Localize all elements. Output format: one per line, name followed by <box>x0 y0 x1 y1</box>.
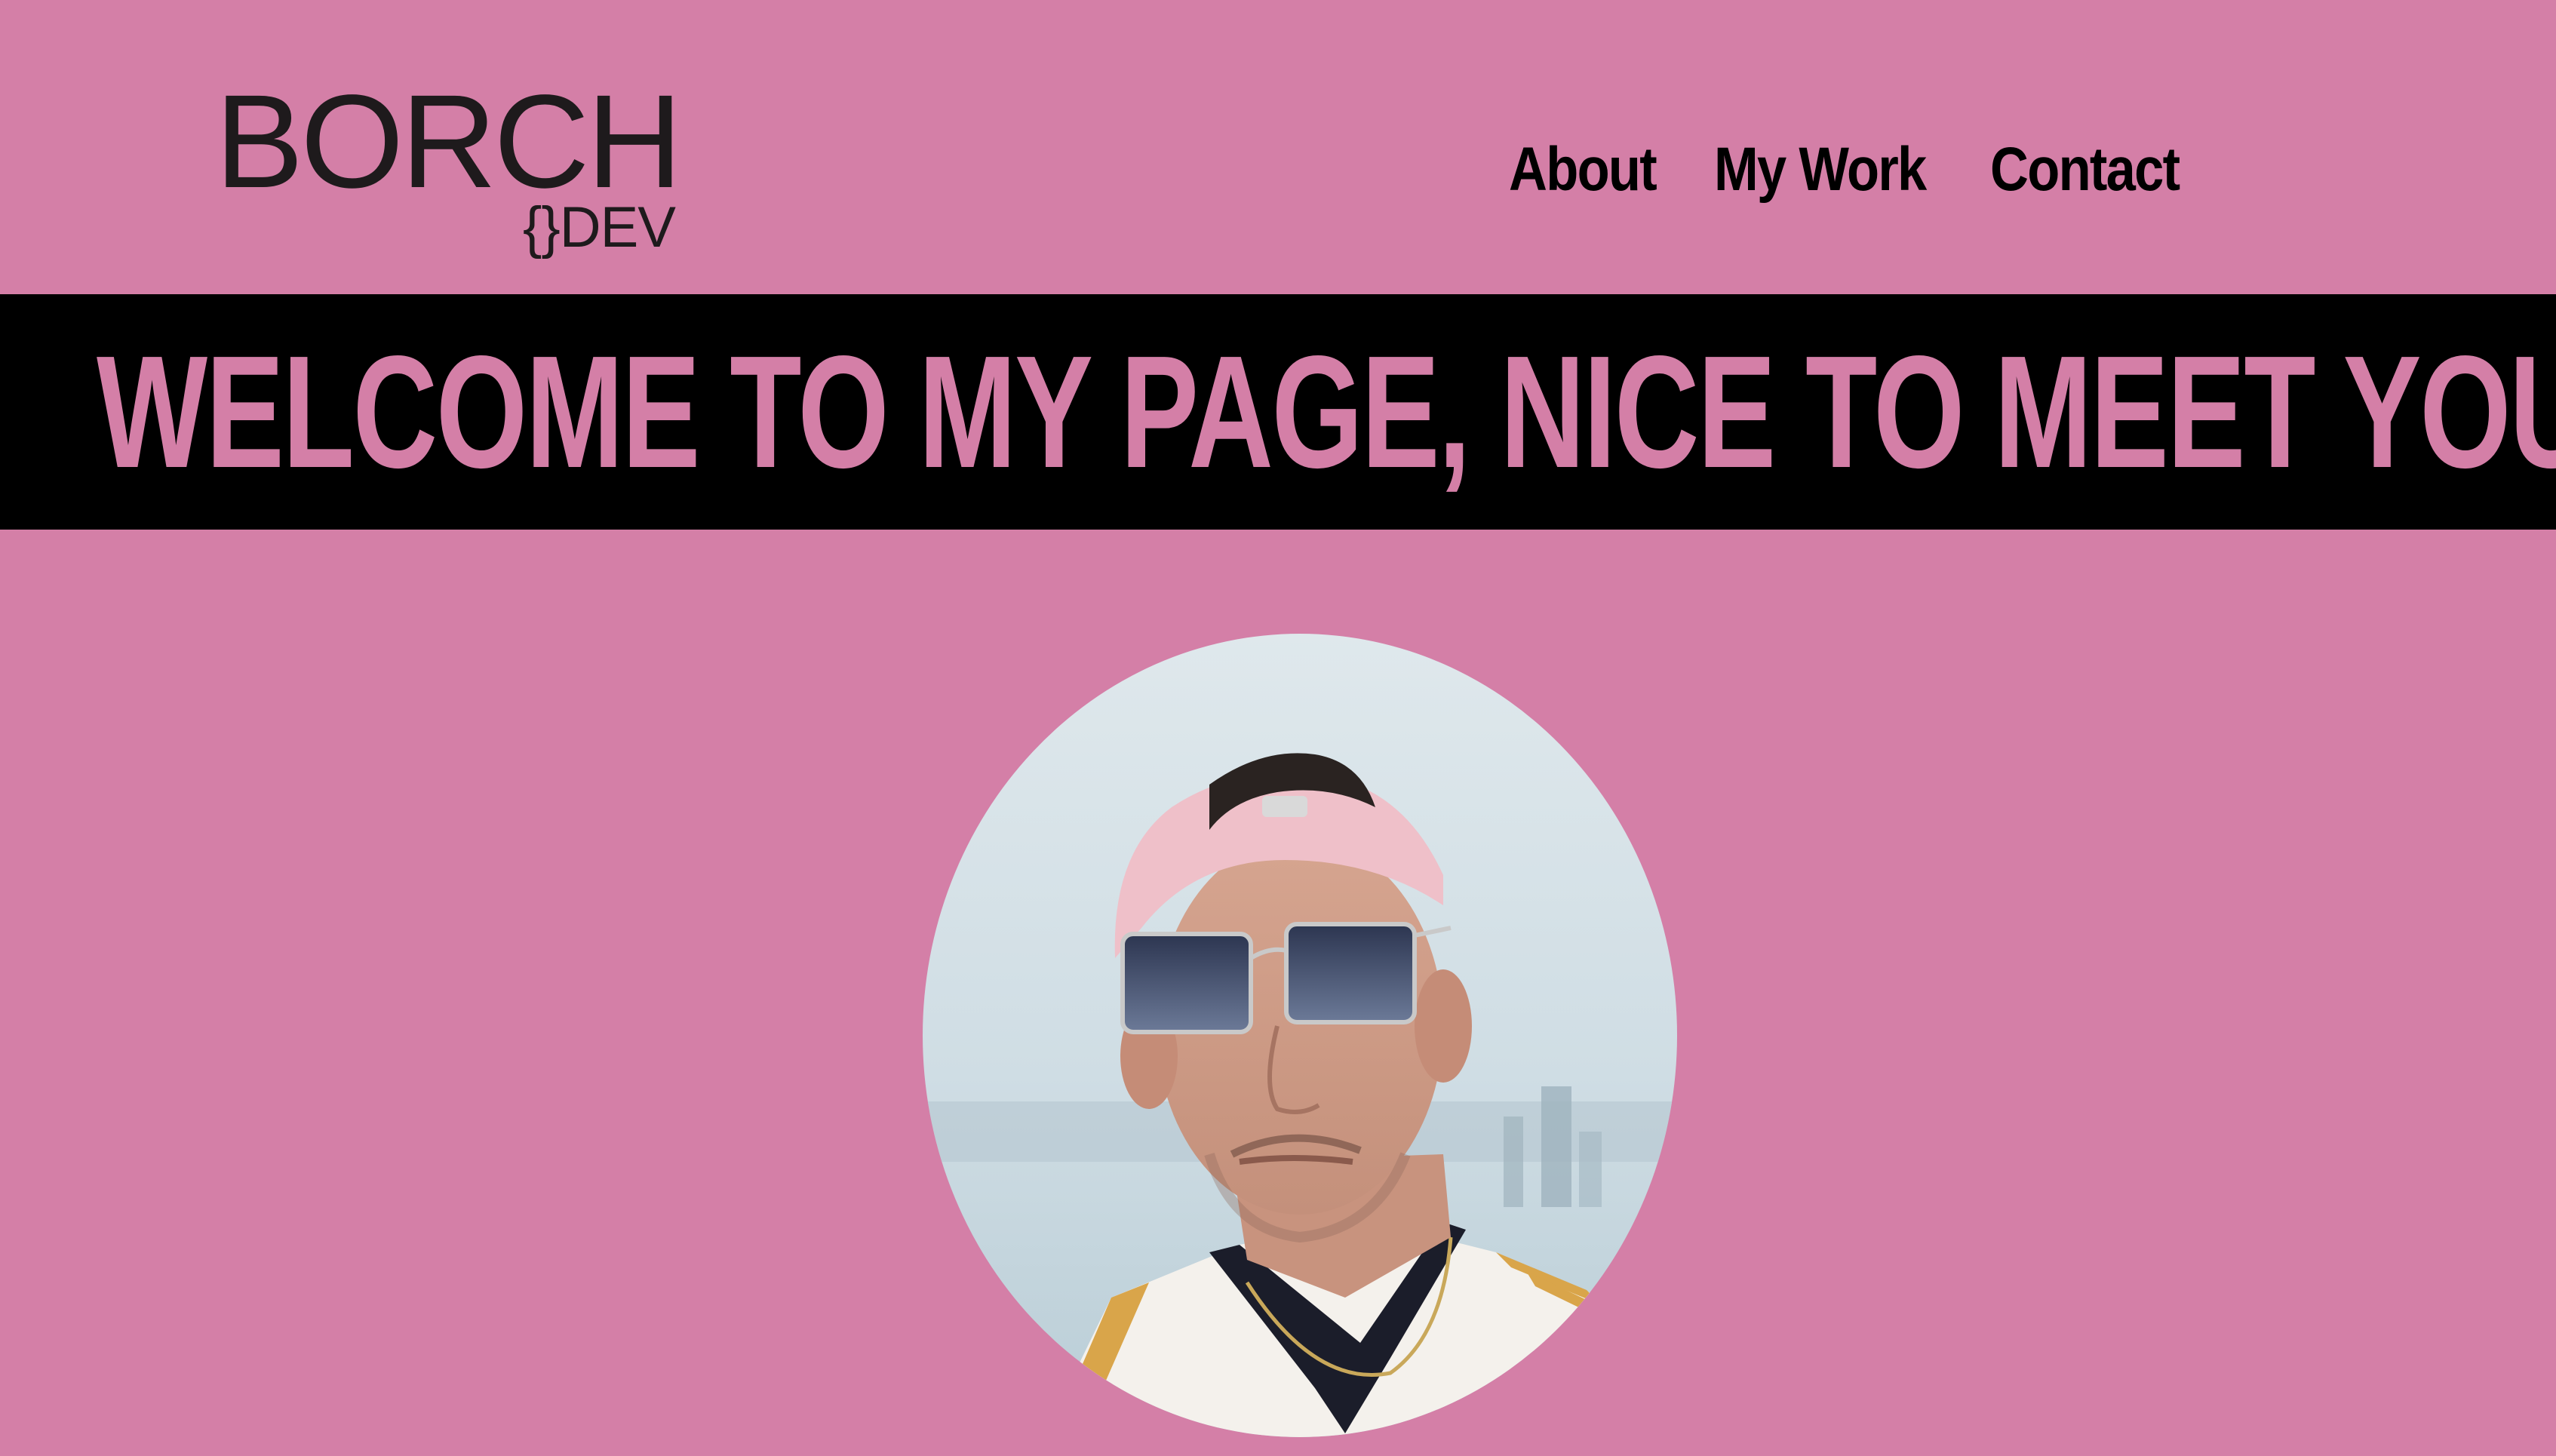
nav-link-contact[interactable]: Contact <box>1990 136 2185 204</box>
main-nav: About My Work Contact <box>1509 136 2217 204</box>
nav-link-about[interactable]: About <box>1509 136 1685 204</box>
profile-photo <box>923 634 1677 1437</box>
nav-link-my-work[interactable]: My Work <box>1714 136 1952 204</box>
welcome-heading: WELCOME TO MY PAGE, NICE TO MEET YOU! <box>97 322 2556 501</box>
logo-subtitle: {}DEV <box>522 195 676 260</box>
welcome-banner: WELCOME TO MY PAGE, NICE TO MEET YOU! <box>0 294 2556 530</box>
logo-wordmark: BORCH <box>215 68 683 216</box>
logo[interactable]: BORCH {}DEV <box>215 75 683 264</box>
site-header: BORCH {}DEV About My Work Contact <box>0 0 2556 294</box>
